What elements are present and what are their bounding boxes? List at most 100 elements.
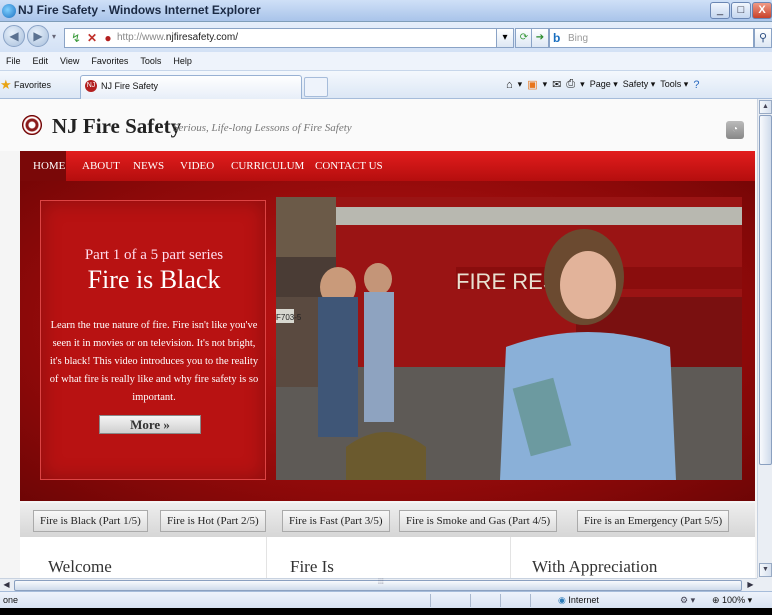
tab-favicon-icon: NJ (85, 80, 97, 92)
page-menu[interactable]: Page ▾ (590, 79, 618, 90)
print-icon[interactable]: ⎙ (566, 78, 575, 91)
maximize-button[interactable]: □ (731, 2, 751, 19)
nav-about[interactable]: ABOUT (82, 160, 120, 172)
series-tab-part-5[interactable]: Fire is an Emergency (Part 5/5) (577, 510, 730, 532)
vertical-scrollbar[interactable]: ▲ ▼ (757, 99, 772, 578)
search-placeholder: Bing (568, 33, 589, 44)
favorites-star-icon[interactable]: ★ (0, 77, 12, 93)
status-separator (470, 594, 471, 607)
minimize-button[interactable]: _ (710, 2, 730, 19)
site-tagline: Serious, Life-long Lessons of Fire Safet… (173, 122, 352, 134)
address-bar[interactable]: ↯ ✕ ● http://www.njfiresafety.com/ (64, 28, 514, 48)
zoom-control[interactable]: ⊕ 100% ▾ (712, 595, 752, 606)
menu-help[interactable]: Help (173, 56, 192, 66)
column-divider (266, 537, 267, 578)
nav-home[interactable]: HOME (20, 151, 66, 181)
video-frame-image: FIRE RESC F703-5 (276, 197, 742, 480)
status-separator (430, 594, 431, 607)
history-dropdown-icon[interactable]: ▾ (52, 32, 56, 41)
series-tab-part-4[interactable]: Fire is Smoke and Gas (Part 4/5) (399, 510, 558, 532)
bing-icon: b (553, 31, 561, 45)
column-divider (510, 537, 511, 578)
search-icon[interactable]: ⚲ (754, 28, 772, 48)
hero-description: Learn the true nature of fire. Fire isn'… (49, 320, 259, 403)
feeds-dropdown-icon[interactable]: ▾ (543, 79, 548, 90)
scroll-right-icon[interactable]: ▶ (744, 579, 757, 591)
nav-contact-us[interactable]: CONTACT US (315, 160, 383, 172)
url-text[interactable]: http://www.njfiresafety.com/ (117, 32, 238, 43)
back-button[interactable]: ◀ (3, 25, 25, 47)
series-tab-part-1[interactable]: Fire is Black (Part 1/5) (33, 510, 148, 532)
page-viewport: NJ Fire Safety Serious, Life-long Lesson… (0, 99, 757, 578)
menu-favorites[interactable]: Favorites (91, 56, 128, 66)
site-header: NJ Fire Safety Serious, Life-long Lesson… (0, 99, 757, 151)
window-title: NJ Fire Safety - Windows Internet Explor… (18, 3, 261, 17)
video-player[interactable]: FIRE RESC F703-5 (276, 197, 742, 480)
hero-text-panel: Part 1 of a 5 part series Fire is Black … (40, 200, 266, 480)
scrollbar-corner (757, 578, 772, 591)
status-bar: one ◉ Internet ⚙ ▾ ⊕ 100% ▾ (0, 591, 772, 608)
compatibility-icon[interactable]: ↯ (69, 31, 83, 45)
tools-menu[interactable]: Tools ▾ (660, 79, 688, 90)
print-dropdown-icon[interactable]: ▾ (580, 79, 585, 90)
series-tab-part-2[interactable]: Fire is Hot (Part 2/5) (160, 510, 266, 532)
title-bar: NJ Fire Safety - Windows Internet Explor… (0, 0, 772, 22)
stop-icon[interactable]: ✕ (85, 31, 99, 45)
favorites-button[interactable]: Favorites (14, 80, 51, 90)
address-dropdown-icon[interactable]: ▾ (496, 28, 514, 48)
go-icon[interactable]: ➔ (531, 28, 549, 48)
menu-tools[interactable]: Tools (140, 56, 161, 66)
window-controls: _ □ X (710, 2, 772, 19)
status-separator (500, 594, 501, 607)
address-toolbar: ◀ ▶ ▾ ↯ ✕ ● http://www.njfiresafety.com/… (0, 22, 772, 52)
close-button[interactable]: X (752, 2, 772, 19)
site-logo-icon[interactable] (22, 115, 42, 135)
favorites-bar: ★ Favorites NJ NJ Fire Safety ⌂ ▾ ▣ ▾ ✉ ⎙ ▾… (0, 71, 772, 99)
series-subtitle: Part 1 of a 5 part series (84, 247, 224, 263)
rss-feed-icon[interactable]: ◔ (726, 121, 744, 139)
horizontal-scrollbar[interactable]: ◀ ⁞⁞⁞ ▶ (0, 578, 757, 591)
tab-nj-fire-safety[interactable]: NJ NJ Fire Safety (80, 75, 302, 99)
status-separator (530, 594, 531, 607)
forward-button[interactable]: ▶ (27, 25, 49, 47)
scroll-left-icon[interactable]: ◀ (0, 579, 13, 591)
column-heading-welcome: Welcome (48, 557, 112, 576)
protected-mode-icon[interactable]: ⚙ ▾ (680, 595, 695, 606)
more-button[interactable]: More » (99, 415, 201, 434)
content-columns: Welcome Fire Is With Appreciation (20, 537, 755, 578)
help-icon[interactable]: ? (693, 79, 699, 91)
site-nav: HOME ABOUT NEWS VIDEO CURRICULUM CONTACT… (20, 151, 755, 181)
menu-view[interactable]: View (60, 56, 79, 66)
search-box[interactable]: b Bing (549, 28, 754, 48)
command-bar: ⌂ ▾ ▣ ▾ ✉ ⎙ ▾ Page ▾ Safety ▾ Tools ▾ ? (506, 78, 699, 91)
tab-title: NJ Fire Safety (101, 81, 159, 91)
safety-menu[interactable]: Safety ▾ (623, 79, 656, 90)
hero-banner: Part 1 of a 5 part series Fire is Black … (20, 181, 755, 501)
mail-icon[interactable]: ✉ (552, 78, 561, 91)
series-tab-bar: Fire is Black (Part 1/5) Fire is Hot (Pa… (20, 503, 755, 537)
feeds-icon[interactable]: ▣ (527, 78, 537, 91)
nav-curriculum[interactable]: CURRICULUM (231, 160, 304, 172)
new-tab-button[interactable] (304, 77, 328, 97)
security-zone[interactable]: ◉ Internet (558, 595, 599, 606)
series-tab-part-3[interactable]: Fire is Fast (Part 3/5) (282, 510, 390, 532)
scroll-grip-icon: ⁞⁞⁞ (378, 579, 384, 586)
menu-edit[interactable]: Edit (33, 56, 49, 66)
menu-bar: File Edit View Favorites Tools Help (0, 52, 772, 71)
globe-icon: ◉ (558, 595, 566, 605)
unit-number-text: F703-5 (276, 313, 302, 322)
scroll-down-icon[interactable]: ▼ (759, 563, 772, 577)
nav-news[interactable]: NEWS (133, 160, 164, 172)
home-icon[interactable]: ⌂ (506, 79, 513, 91)
status-text: one (3, 595, 19, 605)
column-heading-with-appreciation: With Appreciation (532, 557, 658, 576)
ie-logo-icon (2, 4, 16, 18)
site-name[interactable]: NJ Fire Safety (52, 114, 181, 139)
vertical-scroll-thumb[interactable] (759, 115, 772, 465)
home-dropdown-icon[interactable]: ▾ (518, 79, 523, 90)
column-heading-fire-is: Fire Is (290, 557, 334, 576)
menu-file[interactable]: File (6, 56, 21, 66)
scroll-up-icon[interactable]: ▲ (759, 100, 772, 114)
site-favicon-icon: ● (104, 31, 112, 45)
nav-video[interactable]: VIDEO (180, 160, 214, 172)
